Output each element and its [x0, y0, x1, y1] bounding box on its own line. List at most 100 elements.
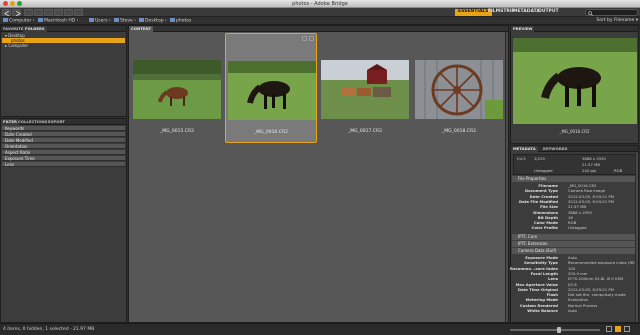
rotate-icon[interactable]: [302, 36, 307, 41]
tab-collections[interactable]: COLLECTIONS: [16, 119, 49, 125]
filter-keywords[interactable]: Keywords: [2, 126, 125, 131]
metadata-key: Custom Rendered: [519, 302, 558, 308]
metadata-value: Normal Process: [568, 302, 598, 308]
grid-view-icon[interactable]: [606, 326, 612, 332]
thumbnail-view-icon[interactable]: [615, 326, 621, 332]
section-iptc-core[interactable]: IPTC Core: [512, 234, 637, 240]
rotate-left-button[interactable]: [64, 9, 73, 16]
status-bar: 4 items, 0 hidden, 1 selected - 21.97 MB: [0, 323, 640, 335]
filter-lens[interactable]: Lens: [2, 162, 125, 167]
thumbnail-cell-selected[interactable]: _MG_0016.CR2: [225, 33, 317, 143]
summary-shutter: 1/125: [534, 156, 545, 161]
filter-date-modified[interactable]: Date Modified: [2, 138, 125, 143]
content-panel-tabs: CONTENT: [129, 26, 508, 32]
thumbnail-cell[interactable]: _MG_0015.CR2: [131, 33, 223, 143]
metadata-value: RGB: [568, 220, 577, 226]
metadata-key: Flash: [546, 292, 558, 298]
thumbnail-image-horses-wagon[interactable]: [321, 60, 409, 119]
breadcrumb-label: photos: [176, 18, 192, 24]
get-photos-button[interactable]: [34, 9, 43, 16]
filter-aspect-ratio[interactable]: Aspect Ratio: [2, 150, 125, 155]
metadata-panel-tabs: METADATA KEYWORDS: [511, 146, 638, 152]
breadcrumb-label: Computer: [9, 18, 32, 24]
folders-panel: FAVORITES FOLDERS ▾ Desktop photos ▸ Com…: [0, 25, 127, 117]
forward-button[interactable]: [12, 9, 21, 16]
metadata-row: Date Created 2012-03-05, 6:29:21 PM: [513, 194, 636, 199]
metadata-scrollbar[interactable]: [635, 153, 638, 322]
title-bar: photos - Adobe Bridge: [0, 0, 640, 8]
metadata-row: Document Type Camera Raw image: [513, 188, 636, 193]
open-in-camera-raw-button[interactable]: [54, 9, 63, 16]
preview-image[interactable]: [513, 38, 637, 124]
thumbnail-filename: _MG_0017.CR2: [348, 129, 382, 134]
content-scrollbar[interactable]: [505, 32, 508, 322]
metadata-value: Camera Raw image: [568, 188, 606, 194]
metadata-key: Color Mode: [533, 220, 558, 226]
breadcrumb-label: Users: [95, 18, 108, 24]
thumbnail-image-wagon-wheel[interactable]: [415, 60, 503, 119]
breadcrumb-desktop[interactable]: Desktop ›: [139, 18, 167, 24]
tab-content[interactable]: CONTENT: [129, 26, 154, 32]
breadcrumb-photos[interactable]: photos: [170, 18, 191, 24]
filter-panel: FILTER COLLECTIONS EXPORT Keywords Date …: [0, 118, 127, 323]
metadata-row: Color Profile Untagged: [513, 225, 636, 230]
folder-icon: [89, 18, 94, 22]
drive-icon: [38, 18, 43, 22]
summary-ppi: 240 ppi: [582, 168, 597, 173]
section-camera-data[interactable]: Camera Data (Exif): [512, 248, 637, 254]
metadata-row: Recomme...xure Index 100: [510, 266, 636, 271]
tab-preview[interactable]: PREVIEW: [511, 26, 535, 32]
folder-icon: [170, 18, 175, 22]
section-file-properties[interactable]: File Properties: [512, 176, 637, 182]
metadata-value: 3888 x 2592: [568, 209, 592, 215]
breadcrumb-label: Desktop: [145, 18, 164, 24]
thumbnail-image-horse-black[interactable]: [228, 61, 316, 120]
thumbnail-filename: _MG_0016.CR2: [254, 130, 288, 135]
metadata-key: Sensitivity Type: [524, 260, 558, 266]
search-input[interactable]: [585, 9, 638, 16]
back-button[interactable]: [2, 9, 11, 16]
rotate-right-button[interactable]: [74, 9, 83, 16]
stack-icon[interactable]: [309, 36, 314, 41]
thumbnail-cell[interactable]: _MG_0017.CR2: [319, 33, 411, 143]
metadata-value: 2012-03-05, 6:29:21 PM: [568, 286, 614, 292]
tab-folders[interactable]: FOLDERS: [23, 26, 47, 32]
metadata-row: Bit Depth 16: [513, 215, 636, 220]
metadata-value: Evaluative: [568, 297, 588, 303]
filter-orientation[interactable]: Orientation: [2, 144, 125, 149]
search-icon: [588, 11, 593, 16]
filter-exposure-time[interactable]: Exposure Time: [2, 156, 125, 161]
recent-folders-button[interactable]: [24, 9, 33, 16]
section-iptc-extension[interactable]: IPTC Extension: [512, 241, 637, 247]
workspace-tab-output[interactable]: OUTPUT: [535, 9, 562, 16]
metadata-row: Metering Mode Evaluative: [513, 297, 636, 302]
preview-caption: _MG_0016.CR2: [559, 129, 590, 134]
metadata-key: Color Profile: [531, 225, 558, 231]
refine-button[interactable]: [44, 9, 53, 16]
breadcrumb-macintosh-hd[interactable]: Macintosh HD ›: [38, 18, 78, 24]
breadcrumb-computer[interactable]: Computer ›: [3, 18, 35, 24]
breadcrumb-label: Steve: [120, 18, 133, 24]
breadcrumb-steve[interactable]: Steve ›: [114, 18, 136, 24]
filter-date-created[interactable]: Date Created: [2, 132, 125, 137]
tab-export[interactable]: EXPORT: [46, 119, 67, 125]
folder-tree-computer[interactable]: ▸ Computer: [2, 43, 125, 48]
thumbnail-cell[interactable]: _MG_0018.CR2: [413, 33, 505, 143]
thumbnail-size-slider-knob[interactable]: [557, 327, 562, 333]
tab-keywords[interactable]: KEYWORDS: [541, 146, 570, 152]
metadata-value: Auto: [568, 255, 577, 260]
metadata-row: Sensitivity Type Recommended exposure ind…: [513, 260, 637, 266]
metadata-key: Max Aperture Value: [515, 281, 558, 287]
tab-metadata[interactable]: METADATA: [511, 146, 538, 152]
breadcrumb-label: Macintosh HD: [44, 18, 76, 24]
list-view-icon[interactable]: [624, 326, 630, 332]
metadata-value: Did not fire, compulsory mode: [568, 292, 626, 298]
metadata-value: 16: [568, 214, 573, 220]
metadata-key: Dimensions: [533, 209, 558, 215]
thumbnail-size-slider[interactable]: [510, 329, 600, 331]
metadata-row: Focal Length 200.0 mm: [513, 271, 636, 276]
breadcrumb-users[interactable]: Users ›: [89, 18, 111, 24]
thumbnail-image-horse-brown[interactable]: [133, 60, 221, 119]
sort-control[interactable]: Sort by Filename ▾: [596, 18, 638, 24]
preview-panel: PREVIEW _MG_0016.CR2: [510, 25, 639, 144]
